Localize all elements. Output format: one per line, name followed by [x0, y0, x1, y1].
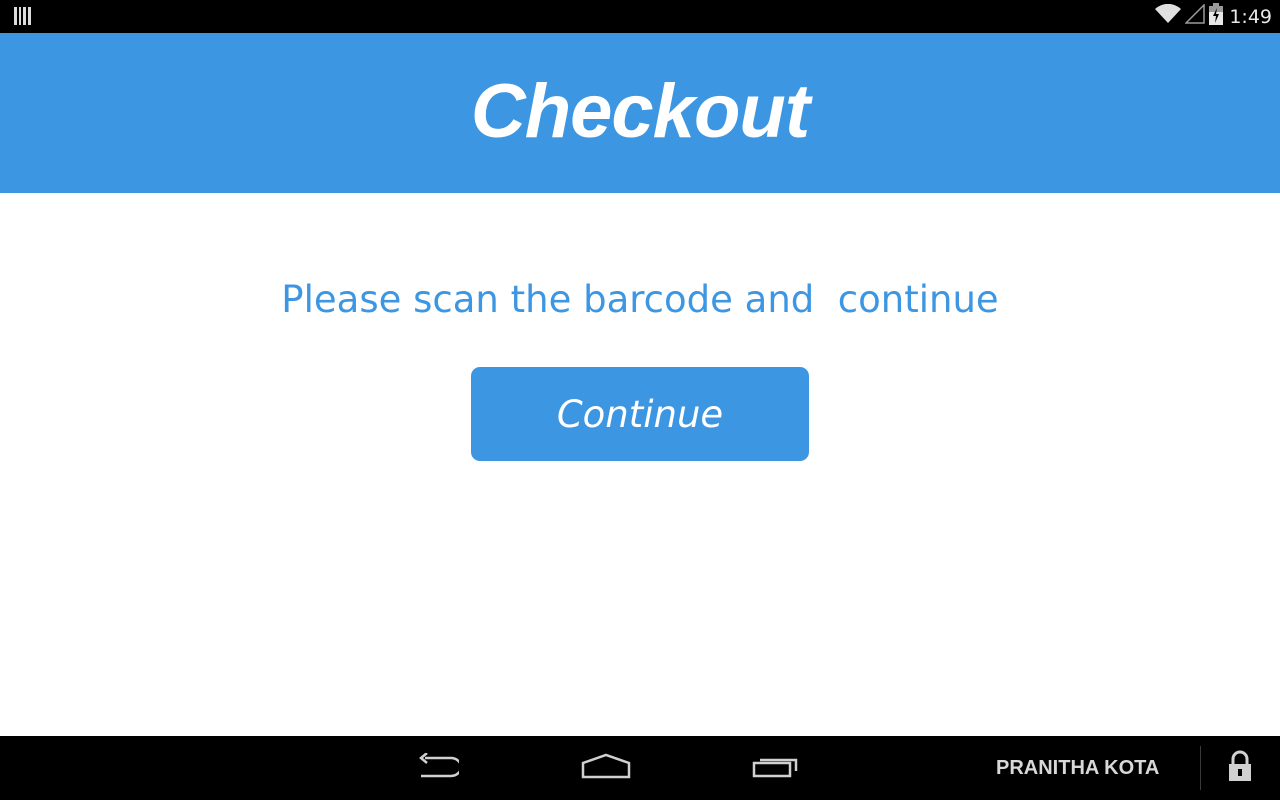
signal-icon — [1184, 3, 1206, 29]
status-bar: 1:49 — [0, 0, 1280, 33]
user-name-label: PRANITHA KOTA — [996, 756, 1160, 779]
battery-icon — [1209, 3, 1224, 30]
page-title: Checkout — [470, 68, 810, 154]
wifi-icon — [1155, 3, 1182, 29]
nav-divider — [1200, 746, 1201, 790]
recents-icon — [752, 753, 800, 784]
home-icon — [581, 753, 631, 784]
header-bar: Checkout — [0, 33, 1280, 193]
navigation-bar: PRANITHA KOTA — [0, 736, 1280, 800]
lock-icon — [1227, 750, 1253, 787]
back-button[interactable] — [406, 736, 466, 800]
status-icons: 1:49 — [1155, 0, 1272, 33]
scan-prompt: Please scan the barcode and continue — [281, 278, 999, 321]
back-icon — [413, 751, 463, 784]
continue-button-label: Continue — [556, 392, 724, 436]
home-button[interactable] — [576, 736, 636, 800]
continue-button[interactable]: Continue — [471, 367, 809, 461]
recents-button[interactable] — [746, 736, 806, 800]
status-time: 1:49 — [1229, 5, 1272, 28]
lock-button[interactable] — [1222, 736, 1258, 800]
barcode-notification-icon — [14, 7, 32, 30]
